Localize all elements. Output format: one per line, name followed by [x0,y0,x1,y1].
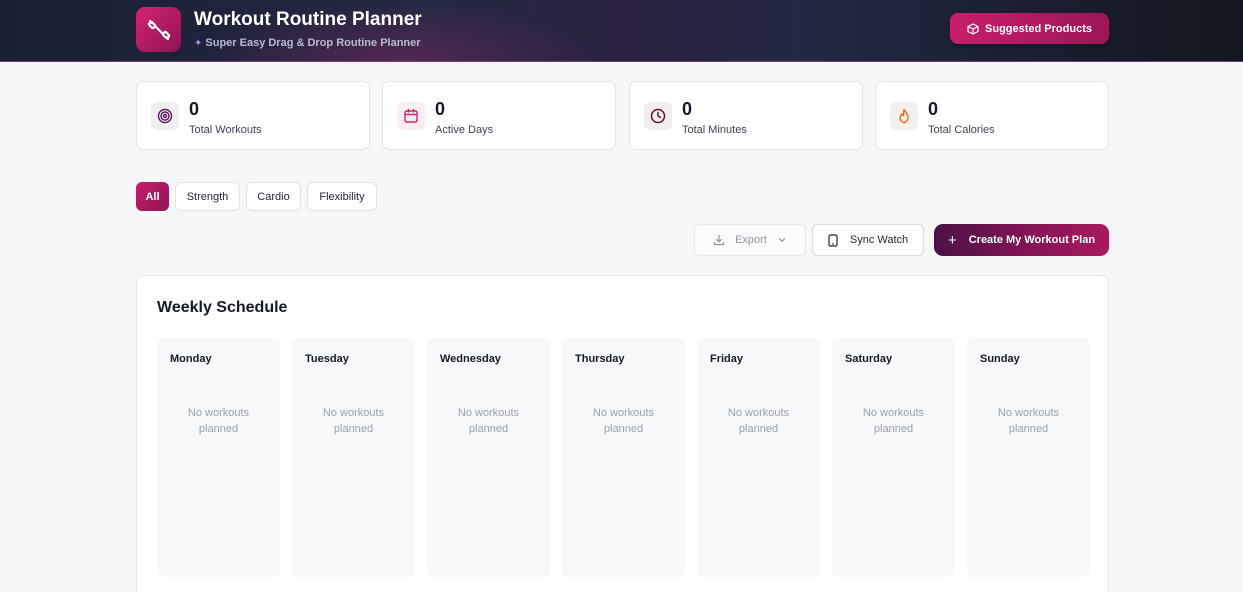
stat-label: Total Calories [928,124,995,136]
flame-icon [890,102,918,130]
schedule-title: Weekly Schedule [157,299,288,316]
stat-card-total-calories: 0 Total Calories [875,81,1109,150]
filter-cardio[interactable]: Cardio [246,182,301,211]
create-workout-plan-label: Create My Workout Plan [968,234,1096,246]
empty-state: No workouts planned [457,407,520,435]
suggested-products-button[interactable]: Suggested Products [950,13,1109,44]
stat-value: 0 [682,99,693,119]
day-name: Saturday [845,353,893,365]
day-column-sunday[interactable]: Sunday No workouts planned [967,338,1090,577]
day-name: Friday [710,353,744,365]
calendar-icon [397,102,425,130]
app-subtitle: ✦ Super Easy Drag & Drop Routine Planner [194,37,421,49]
day-column-saturday[interactable]: Saturday No workouts planned [832,338,955,577]
sparkle-icon: ✦ [194,37,203,49]
empty-state: No workouts planned [592,407,655,435]
clock-icon [644,102,672,130]
stat-label: Total Minutes [682,124,747,136]
app-header: Workout Routine Planner ✦ Super Easy Dra… [0,0,1243,62]
stat-label: Active Days [435,124,494,136]
filter-flexibility[interactable]: Flexibility [307,182,377,211]
stat-value: 0 [928,99,939,119]
day-column-wednesday[interactable]: Wednesday No workouts planned [427,338,550,577]
weekly-schedule: Weekly Schedule Monday No workouts plann… [136,275,1109,592]
app-subtitle-text: Super Easy Drag & Drop Routine Planner [205,37,421,49]
day-name: Monday [170,353,212,365]
target-icon [151,102,179,130]
empty-state: No workouts planned [727,407,790,435]
export-button[interactable]: Export [694,224,806,256]
export-label: Export [735,234,767,246]
sync-watch-button[interactable]: Sync Watch [812,224,924,256]
empty-state: No workouts planned [187,407,250,435]
download-icon [713,234,725,246]
stat-value: 0 [189,99,200,119]
day-name: Tuesday [305,353,349,365]
day-name: Wednesday [440,353,501,365]
stat-card-total-minutes: 0 Total Minutes [629,81,863,150]
day-name: Thursday [575,353,625,365]
stat-value: 0 [435,99,446,119]
plus-icon: + [947,231,957,249]
app-title: Workout Routine Planner [194,9,422,30]
empty-state: No workouts planned [862,407,925,435]
create-workout-plan-button[interactable]: + Create My Workout Plan [934,224,1109,256]
stat-card-active-days: 0 Active Days [382,81,616,150]
suggested-products-label: Suggested Products [985,22,1092,35]
filter-strength[interactable]: Strength [175,182,240,211]
day-name: Sunday [980,353,1020,365]
stat-card-total-workouts: 0 Total Workouts [136,81,370,150]
sync-watch-label: Sync Watch [849,234,909,246]
smartwatch-icon [828,233,838,247]
day-column-monday[interactable]: Monday No workouts planned [157,338,280,577]
day-column-tuesday[interactable]: Tuesday No workouts planned [292,338,415,577]
day-column-thursday[interactable]: Thursday No workouts planned [562,338,685,577]
dumbbell-icon [136,7,181,52]
chevron-down-icon [778,238,785,242]
empty-state: No workouts planned [322,407,385,435]
box-icon [967,22,979,35]
stat-label: Total Workouts [189,124,262,136]
day-column-friday[interactable]: Friday No workouts planned [697,338,820,577]
filter-all[interactable]: All [136,182,169,211]
empty-state: No workouts planned [997,407,1060,435]
